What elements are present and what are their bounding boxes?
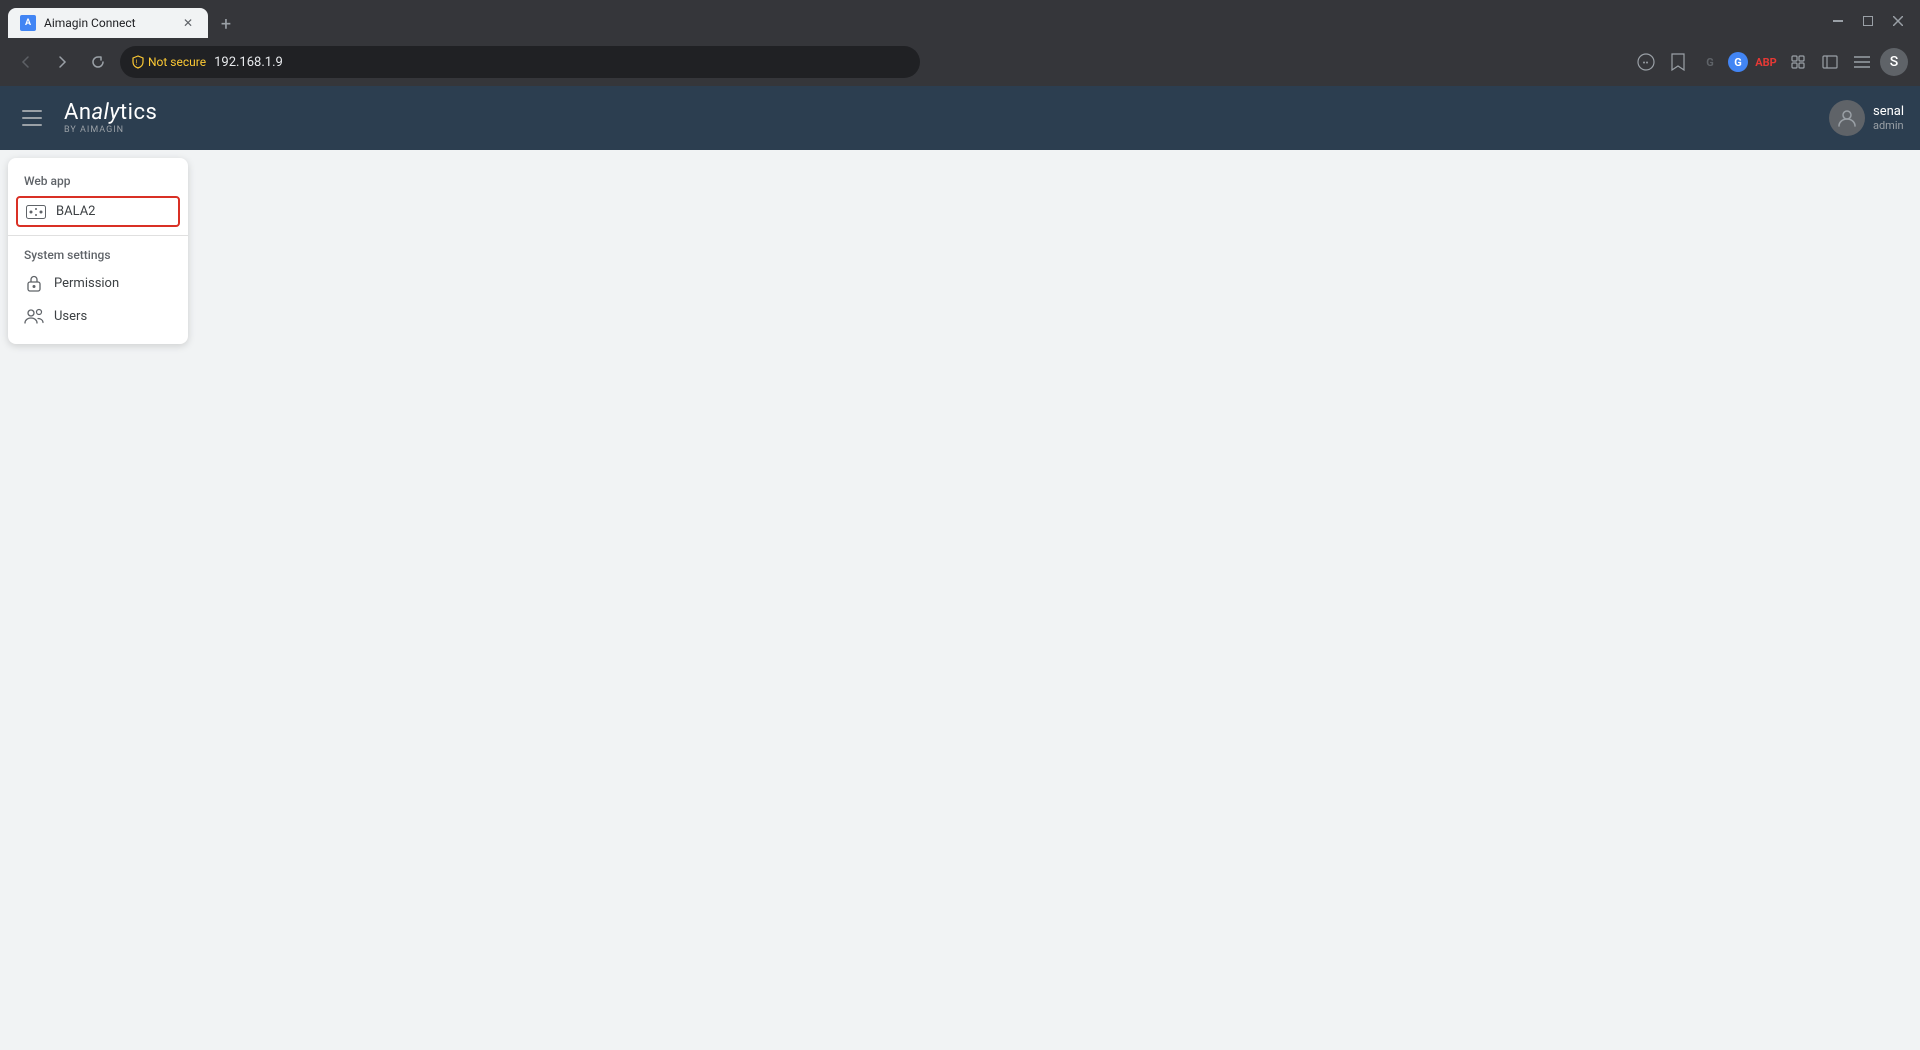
security-indicator: ! Not secure bbox=[132, 55, 206, 69]
password-manager-button[interactable]: •• bbox=[1632, 48, 1660, 76]
url-text: 192.168.1.9 bbox=[214, 55, 283, 70]
forward-button[interactable] bbox=[48, 48, 76, 76]
address-bar[interactable]: ! Not secure 192.168.1.9 bbox=[120, 46, 920, 78]
grammarly-button[interactable]: G bbox=[1696, 48, 1724, 76]
app-title-italic: aly bbox=[92, 100, 120, 125]
users-label: Users bbox=[54, 309, 87, 324]
tab-title: Aimagin Connect bbox=[44, 16, 136, 30]
window-controls bbox=[1824, 10, 1912, 38]
svg-text:••: •• bbox=[1643, 59, 1649, 69]
user-details: senal admin bbox=[1873, 104, 1904, 132]
tab-favicon: A bbox=[20, 15, 36, 31]
user-info[interactable]: senal admin bbox=[1829, 100, 1904, 136]
minimize-button[interactable] bbox=[1824, 10, 1852, 32]
app-container: Analytics by Aimagin senal admin Web app bbox=[0, 86, 1920, 1050]
sidebar-toggle-button[interactable] bbox=[1816, 48, 1844, 76]
divider bbox=[8, 235, 188, 236]
sidebar-item-bala2[interactable]: BALA2 bbox=[16, 196, 180, 227]
browser-tab[interactable]: A Aimagin Connect ✕ bbox=[8, 8, 208, 38]
browser-window: A Aimagin Connect ✕ + bbox=[0, 0, 1920, 1050]
chrome-menu-button[interactable] bbox=[1848, 48, 1876, 76]
extensions-button[interactable] bbox=[1784, 48, 1812, 76]
reload-button[interactable] bbox=[84, 48, 112, 76]
main-content: Web app BALA2 System bbox=[0, 150, 1920, 1050]
app-title-text: Analytics bbox=[64, 100, 157, 125]
tab-close-button[interactable]: ✕ bbox=[180, 15, 196, 31]
user-avatar bbox=[1829, 100, 1865, 136]
profile-avatar[interactable]: S bbox=[1880, 48, 1908, 76]
system-settings-label: System settings bbox=[8, 244, 188, 266]
close-button[interactable] bbox=[1884, 10, 1912, 32]
sidebar-item-permission[interactable]: Permission bbox=[8, 266, 188, 300]
lock-icon bbox=[24, 274, 44, 292]
hamburger-menu-button[interactable] bbox=[16, 102, 48, 134]
favicon-letter: A bbox=[25, 18, 31, 28]
maximize-button[interactable] bbox=[1854, 10, 1882, 32]
app-logo: Analytics by Aimagin bbox=[64, 102, 157, 135]
user-role: admin bbox=[1873, 119, 1904, 132]
bala2-icon bbox=[26, 205, 46, 219]
bala2-label: BALA2 bbox=[56, 204, 96, 219]
svg-text:!: ! bbox=[136, 59, 138, 67]
user-name: senal bbox=[1873, 104, 1904, 119]
g-button[interactable]: G bbox=[1728, 52, 1748, 72]
abp-button[interactable]: ABP bbox=[1752, 48, 1780, 76]
permission-label: Permission bbox=[54, 276, 119, 291]
browser-title-bar: A Aimagin Connect ✕ + bbox=[0, 0, 1920, 38]
app-header: Analytics by Aimagin senal admin bbox=[0, 86, 1920, 150]
sidebar-item-users[interactable]: Users bbox=[8, 300, 188, 332]
web-app-label: Web app bbox=[8, 170, 188, 196]
hamburger-line-2 bbox=[22, 117, 42, 119]
back-button[interactable] bbox=[12, 48, 40, 76]
browser-actions: •• G G ABP S bbox=[1632, 48, 1908, 76]
security-label: Not secure bbox=[148, 55, 206, 69]
app-title: Analytics bbox=[64, 102, 157, 124]
bookmark-button[interactable] bbox=[1664, 48, 1692, 76]
users-icon bbox=[24, 308, 44, 324]
hamburger-line-3 bbox=[22, 124, 42, 126]
new-tab-button[interactable]: + bbox=[212, 10, 240, 38]
browser-toolbar: ! Not secure 192.168.1.9 •• G G ABP bbox=[0, 38, 1920, 86]
sidebar-card: Web app BALA2 System bbox=[8, 158, 188, 344]
hamburger-line-1 bbox=[22, 110, 42, 112]
app-subtitle: by Aimagin bbox=[64, 125, 124, 135]
